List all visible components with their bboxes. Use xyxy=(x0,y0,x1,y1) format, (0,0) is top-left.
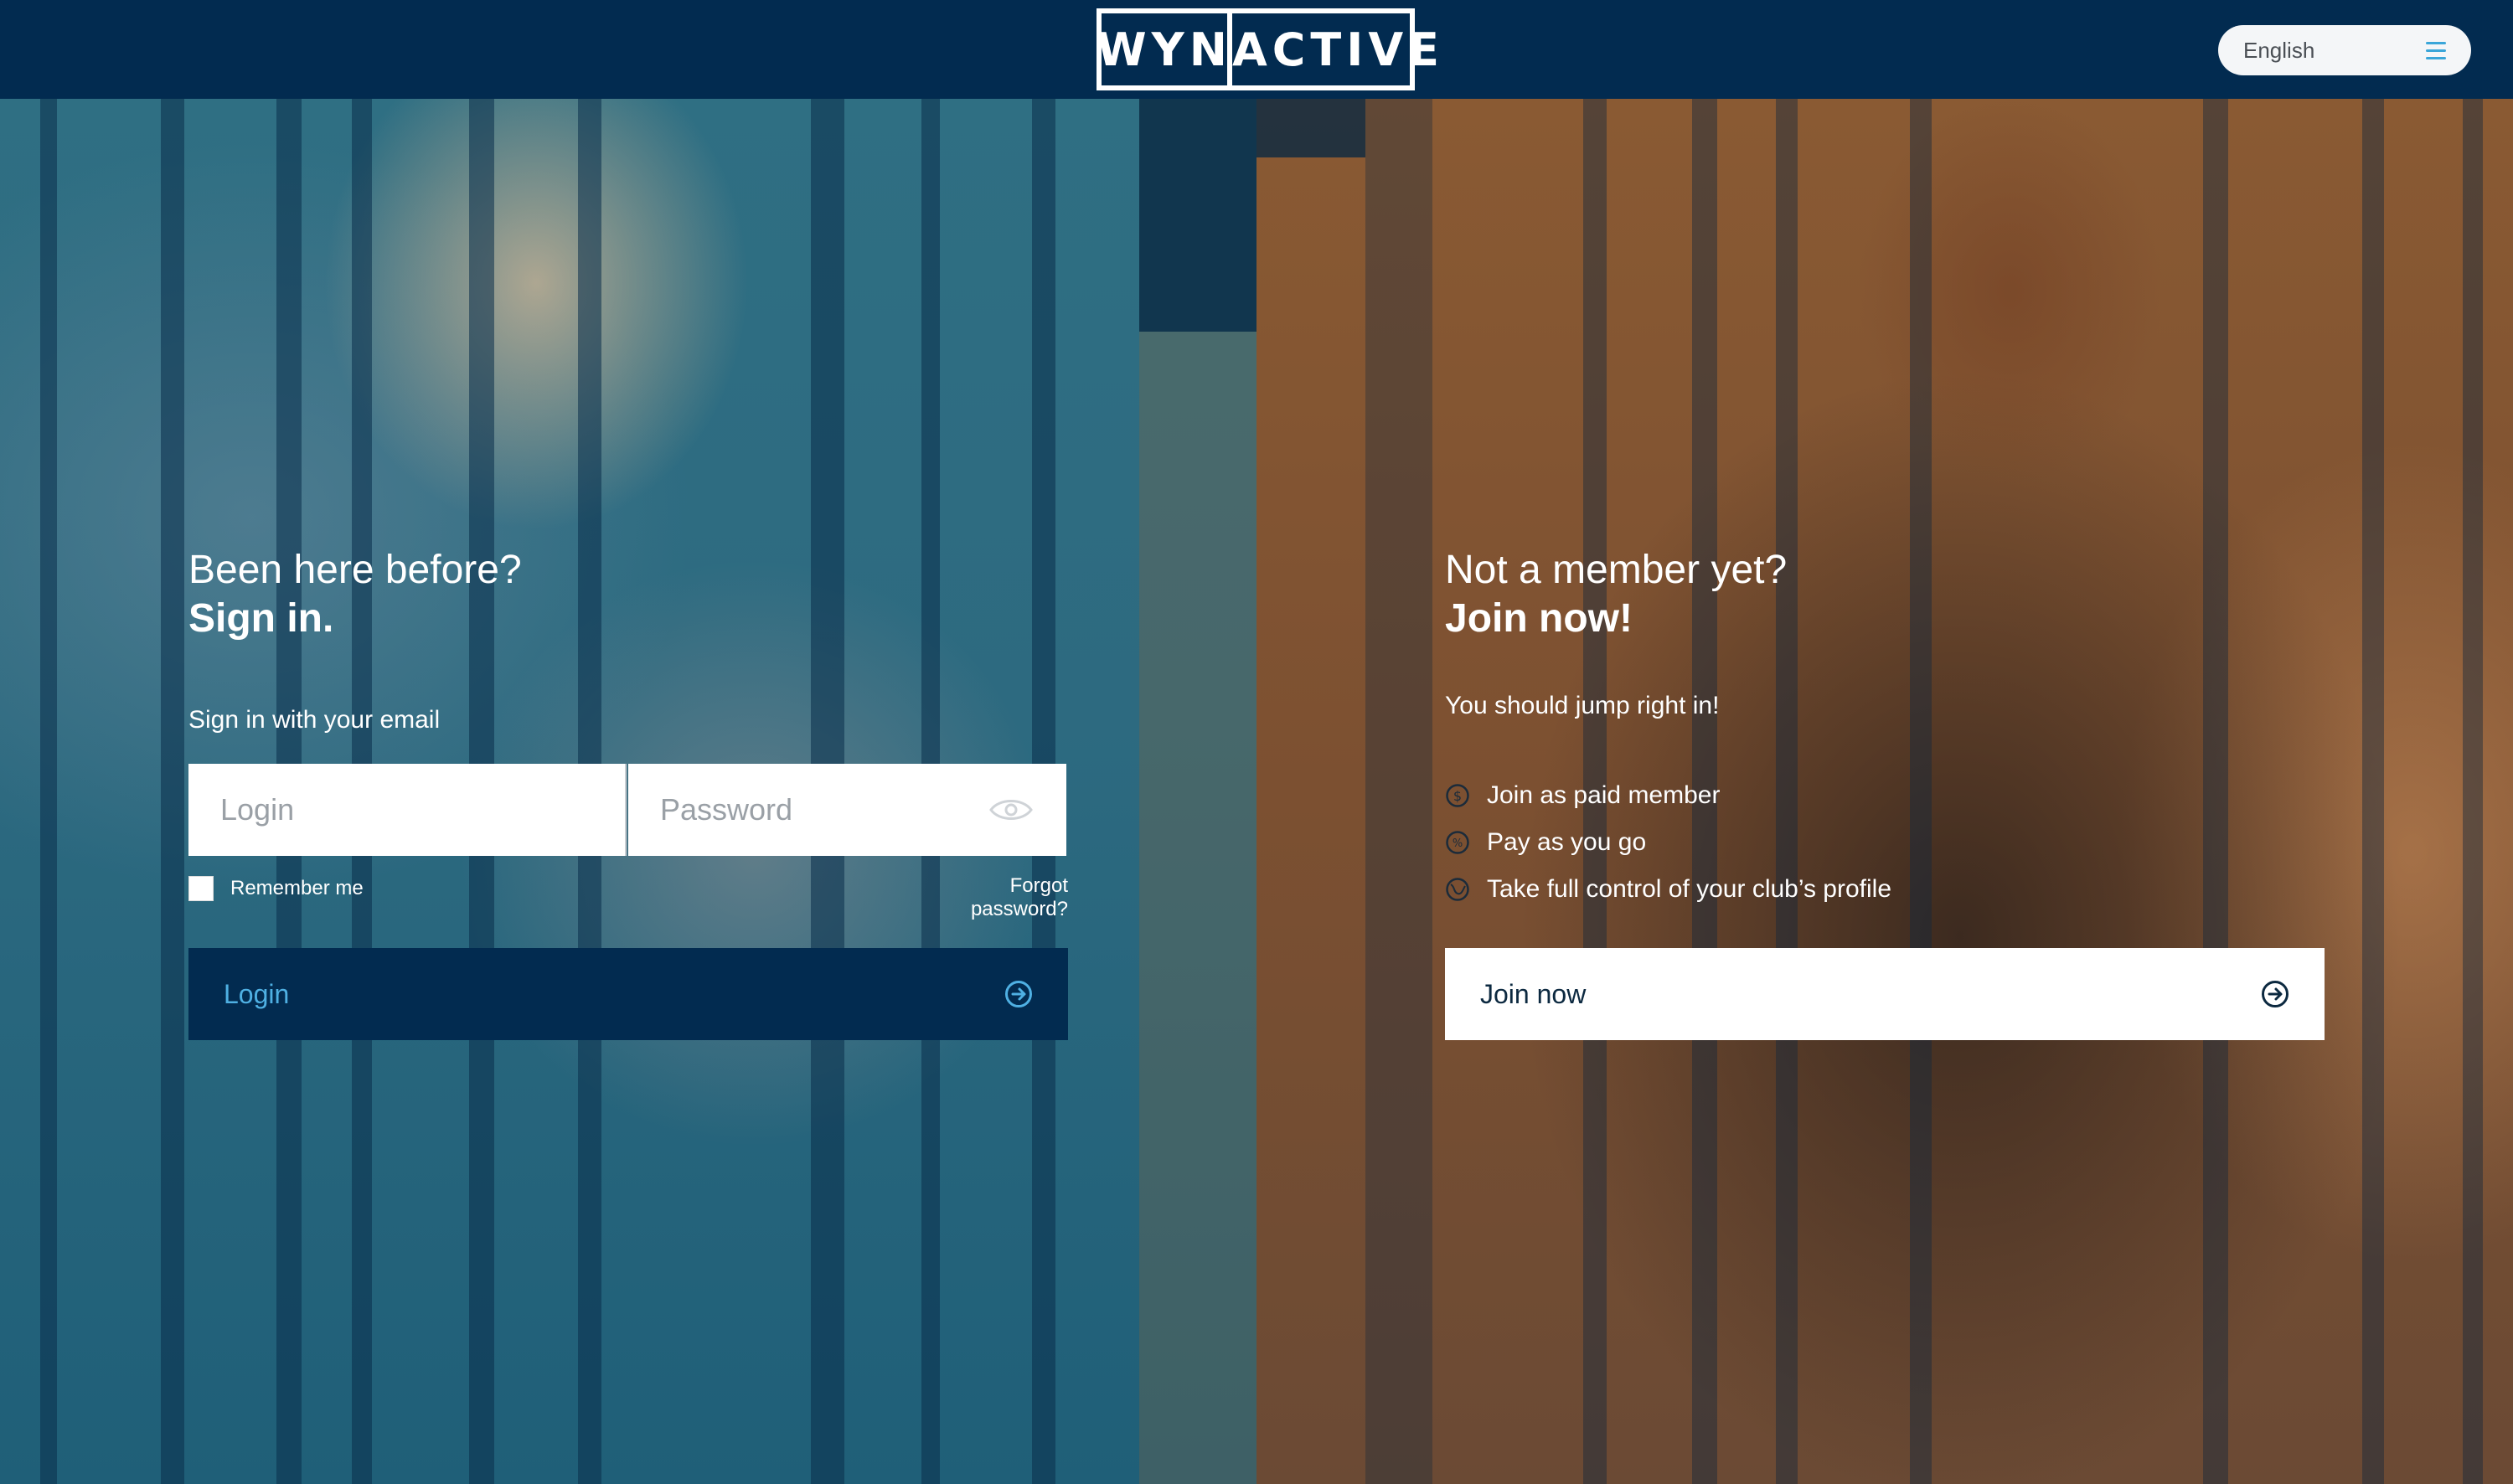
signin-heading: Been here before? Sign in. xyxy=(188,546,522,643)
remember-me-label: Remember me xyxy=(230,877,364,899)
logo-active-text: ACTIVE xyxy=(1232,23,1445,76)
remember-me-checkbox[interactable] xyxy=(188,876,214,901)
svg-text:$: $ xyxy=(1453,788,1462,804)
language-label: English xyxy=(2243,37,2315,63)
logo-wyn-text: WYN xyxy=(1097,13,1232,85)
forgot-password-link[interactable]: Forgot password? xyxy=(909,874,1068,921)
dollar-circle-icon: $ xyxy=(1445,783,1470,808)
svg-text:%: % xyxy=(1453,837,1463,850)
feature-label: Take full control of your club’s profile xyxy=(1487,875,1892,903)
globe-icon xyxy=(1445,877,1470,902)
signin-subheading: Sign in with your email xyxy=(188,706,441,734)
feature-label: Pay as you go xyxy=(1487,828,1647,856)
login-button-label: Login xyxy=(224,978,290,1009)
top-bar: WYN ACTIVE English xyxy=(0,0,2513,99)
language-selector[interactable]: English xyxy=(2218,25,2471,75)
menu-icon xyxy=(2426,41,2446,59)
join-headline-line2: Join now! xyxy=(1445,596,1633,641)
join-feature-list: $ Join as paid member % Pay as you go Ta… xyxy=(1445,772,1891,913)
join-headline-line1: Not a member yet? xyxy=(1445,548,1788,592)
arrow-right-circle-icon xyxy=(2261,980,2289,1008)
show-password-eye-icon[interactable] xyxy=(988,787,1034,832)
wyn-active-logo[interactable]: WYN ACTIVE xyxy=(1097,8,1439,90)
feature-label: Join as paid member xyxy=(1487,781,1721,809)
join-now-button-label: Join now xyxy=(1480,978,1587,1009)
arrow-right-circle-icon xyxy=(1004,980,1033,1008)
join-heading: Not a member yet? Join now! xyxy=(1445,546,1787,643)
signin-headline-line1: Been here before? xyxy=(188,548,522,592)
login-button[interactable]: Login xyxy=(188,948,1068,1040)
join-subheading: You should jump right in! xyxy=(1445,692,1720,719)
percent-circle-icon: % xyxy=(1445,830,1470,855)
list-item: $ Join as paid member xyxy=(1445,772,1891,819)
remember-me-checkbox-row[interactable]: Remember me xyxy=(188,876,364,901)
list-item: Take full control of your club’s profile xyxy=(1445,866,1891,913)
signin-headline-line2: Sign in. xyxy=(188,596,334,641)
list-item: % Pay as you go xyxy=(1445,819,1891,866)
join-now-button[interactable]: Join now xyxy=(1445,948,2325,1040)
login-input[interactable] xyxy=(188,764,627,856)
